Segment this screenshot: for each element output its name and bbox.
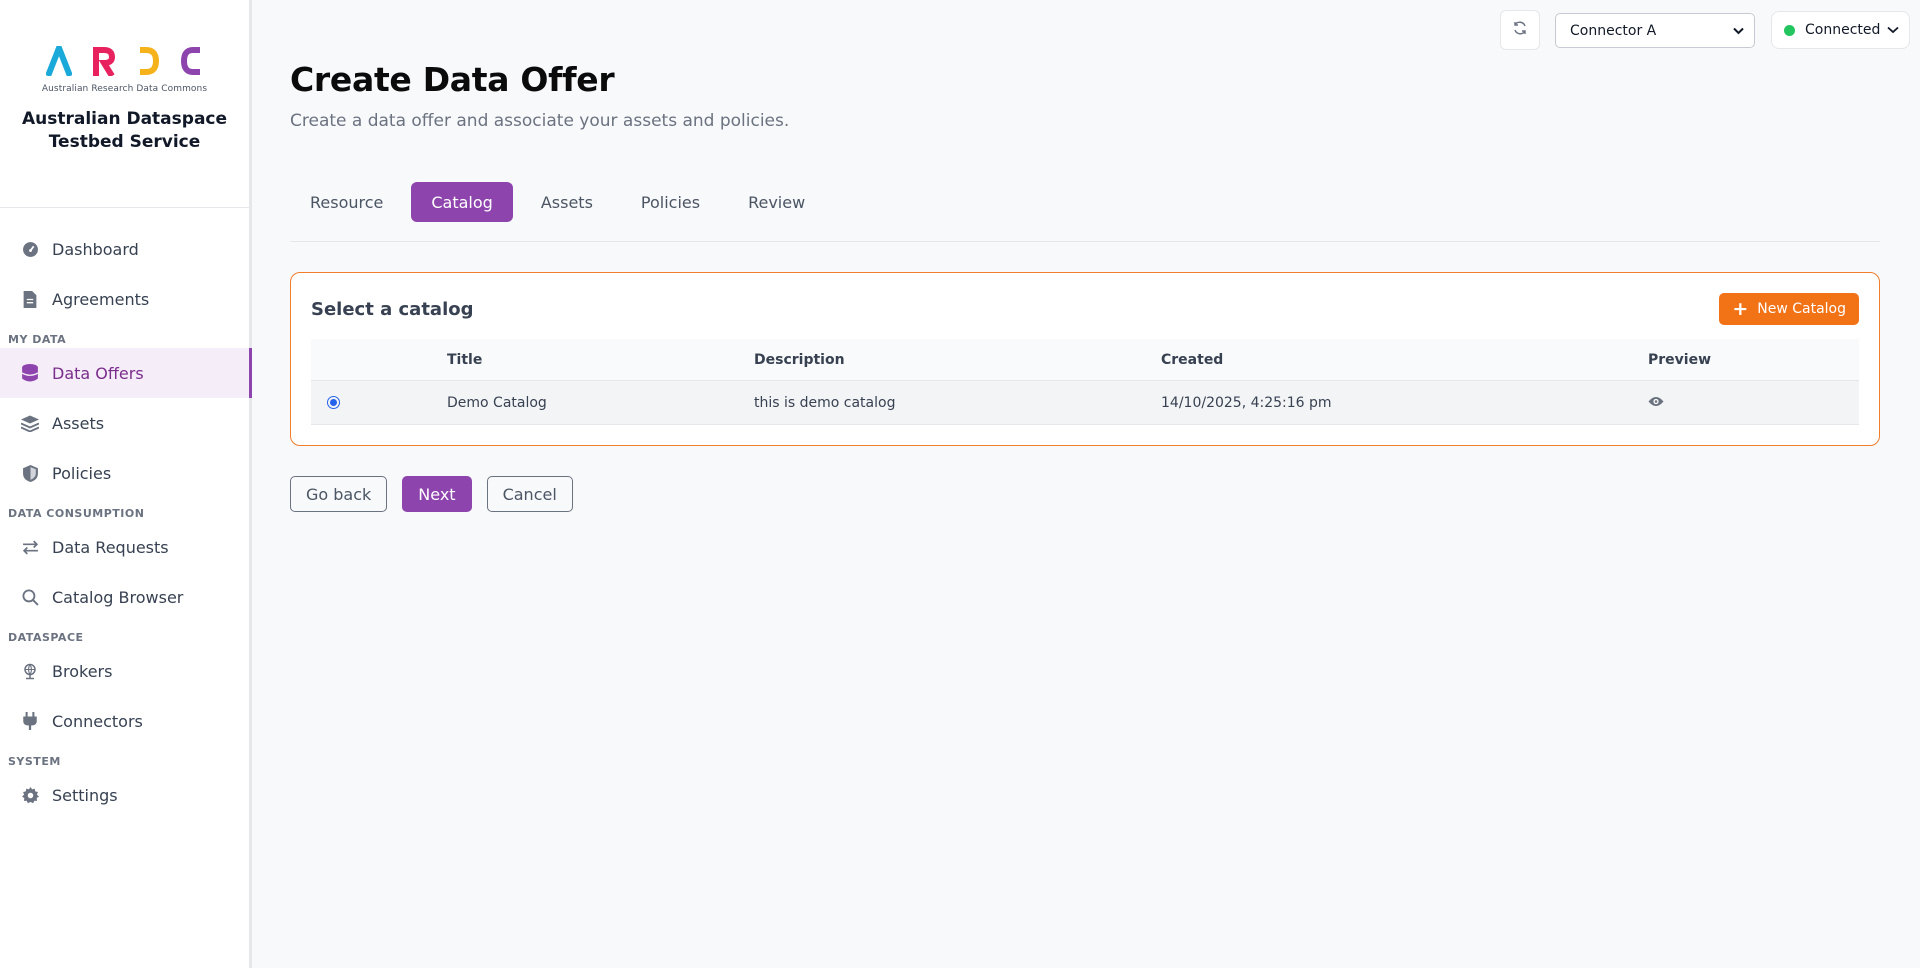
sidebar-nav: Dashboard Agreements MY DATA Data Offers…	[0, 208, 252, 820]
chevron-down-icon	[1887, 22, 1899, 38]
sidebar-item-label: Data Requests	[52, 537, 169, 557]
connector-select-value: Connector A	[1570, 22, 1657, 39]
sidebar-item-label: Catalog Browser	[52, 587, 184, 607]
section-label-data-consumption: DATA CONSUMPTION	[8, 506, 145, 520]
table-header: Title Description Created Preview	[311, 339, 1859, 381]
brand-header: Australian Research Data Commons Austral…	[0, 0, 249, 208]
page-subtitle: Create a data offer and associate your a…	[290, 111, 790, 131]
cell-created: 14/10/2025, 4:25:16 pm	[1161, 394, 1332, 411]
sidebar-item-data-offers[interactable]: Data Offers	[0, 348, 252, 398]
cancel-button[interactable]: Cancel	[486, 476, 573, 512]
section-label-system: SYSTEM	[8, 754, 61, 768]
wizard-actions: Go back Next Cancel	[290, 476, 573, 512]
sidebar-item-label: Agreements	[52, 289, 150, 309]
cell-description: this is demo catalog	[754, 394, 896, 411]
sidebar-item-dashboard[interactable]: Dashboard	[0, 224, 249, 274]
status-label: Connected	[1805, 22, 1881, 38]
sidebar-item-label: Connectors	[52, 711, 143, 731]
plus-icon: +	[1732, 297, 1749, 320]
layers-icon	[20, 413, 40, 433]
gauge-icon	[20, 239, 40, 259]
tab-review[interactable]: Review	[728, 182, 825, 222]
tab-policies[interactable]: Policies	[621, 182, 720, 222]
sidebar-item-policies[interactable]: Policies	[0, 448, 249, 498]
card-title: Select a catalog	[311, 299, 474, 320]
cell-title: Demo Catalog	[447, 394, 547, 411]
arrows-exchange-icon	[20, 537, 40, 557]
logo-subtitle: Australian Research Data Commons	[41, 84, 208, 94]
logo-letter-r	[92, 47, 115, 76]
sidebar-item-label: Dashboard	[52, 239, 139, 259]
sidebar-item-label: Data Offers	[52, 363, 144, 383]
catalog-selection-card: Select a catalog + New Catalog Title Des…	[290, 272, 1880, 446]
plug-icon	[20, 711, 40, 731]
catalog-radio[interactable]	[327, 396, 340, 409]
logo-letter-c	[180, 47, 200, 75]
chevron-down-icon	[1733, 23, 1744, 39]
tab-catalog[interactable]: Catalog	[411, 182, 513, 222]
status-dot-icon	[1784, 24, 1795, 36]
page-title: Create Data Offer	[290, 60, 615, 99]
new-catalog-button[interactable]: + New Catalog	[1719, 293, 1859, 325]
eye-icon[interactable]	[1648, 395, 1664, 411]
connector-select[interactable]: Connector A	[1555, 13, 1755, 48]
go-back-button[interactable]: Go back	[290, 476, 388, 512]
sidebar-item-assets[interactable]: Assets	[0, 398, 249, 448]
brand-title: Australian Dataspace Testbed Service	[21, 109, 228, 152]
gear-icon	[20, 785, 40, 805]
shield-icon	[20, 463, 40, 483]
sidebar-item-label: Assets	[52, 413, 105, 433]
column-header-title: Title	[447, 351, 483, 368]
column-header-description: Description	[754, 351, 845, 368]
refresh-button[interactable]	[1500, 10, 1540, 50]
table-row[interactable]: Demo Catalog this is demo catalog 14/10/…	[311, 381, 1859, 425]
refresh-icon	[1512, 20, 1528, 40]
column-header-created: Created	[1161, 351, 1224, 368]
wizard-tabs: Resource Catalog Assets Policies Review	[290, 182, 1880, 242]
new-catalog-label: New Catalog	[1757, 301, 1846, 317]
sidebar-item-label: Settings	[52, 785, 118, 805]
tab-resource[interactable]: Resource	[290, 182, 403, 222]
sidebar-item-agreements[interactable]: Agreements	[0, 274, 249, 324]
section-label-dataspace: DATASPACE	[8, 630, 84, 644]
sidebar-item-connectors[interactable]: Connectors	[0, 696, 249, 746]
search-icon	[20, 587, 40, 607]
next-button[interactable]: Next	[402, 476, 472, 512]
document-icon	[20, 289, 40, 309]
sidebar: Australian Research Data Commons Austral…	[0, 0, 252, 968]
catalog-table: Title Description Created Preview Demo C…	[311, 339, 1859, 425]
sidebar-item-label: Policies	[52, 463, 112, 483]
sidebar-item-catalog-browser[interactable]: Catalog Browser	[0, 572, 249, 622]
sidebar-item-brokers[interactable]: Brokers	[0, 646, 249, 696]
column-header-preview: Preview	[1648, 351, 1712, 368]
section-label-my-data: MY DATA	[8, 332, 67, 346]
connection-status-button[interactable]: Connected	[1771, 11, 1910, 49]
globe-icon	[20, 661, 40, 681]
logo-letter-d	[139, 47, 159, 75]
sidebar-item-settings[interactable]: Settings	[0, 770, 249, 820]
sidebar-item-label: Brokers	[52, 661, 113, 681]
ardc-logo	[45, 40, 204, 76]
sidebar-item-data-requests[interactable]: Data Requests	[0, 522, 249, 572]
database-icon	[20, 363, 40, 383]
tab-assets[interactable]: Assets	[521, 182, 613, 222]
logo-letter-a	[45, 46, 72, 76]
